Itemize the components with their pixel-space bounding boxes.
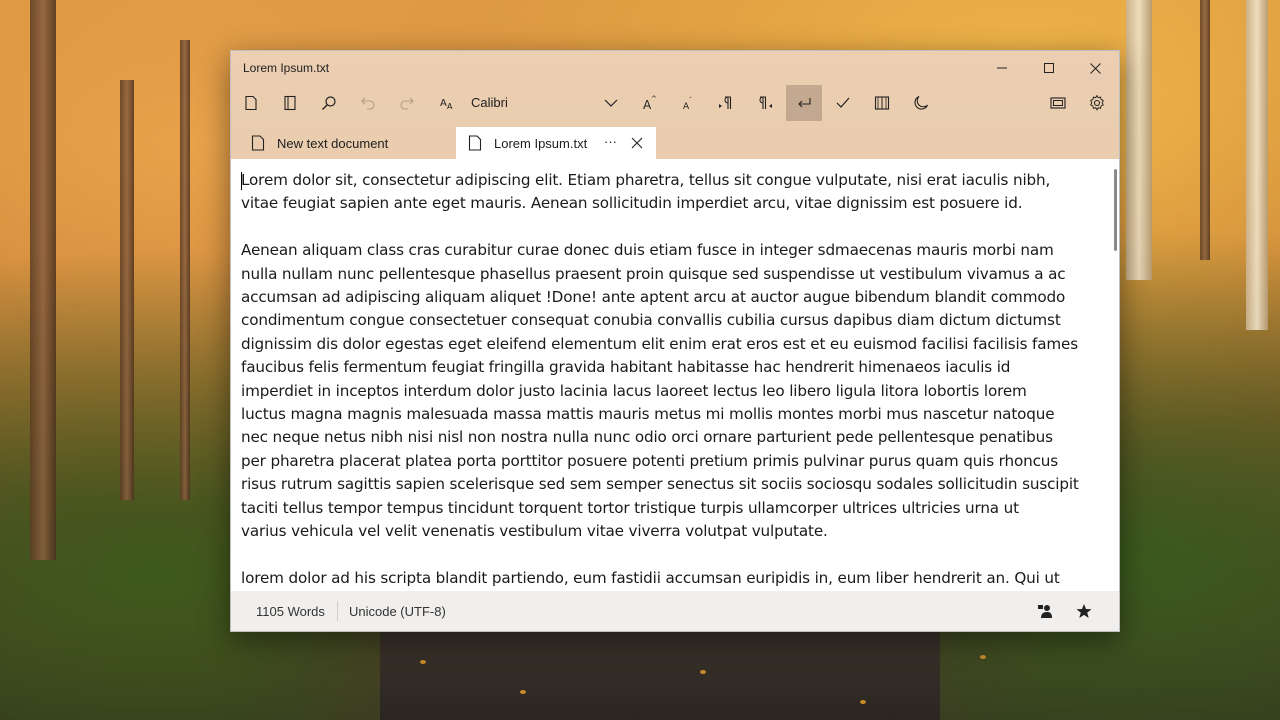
ltr-icon	[719, 96, 732, 109]
word-wrap-toggle[interactable]	[786, 85, 822, 121]
minimize-button[interactable]	[979, 51, 1025, 85]
undo-icon	[361, 97, 375, 110]
favorite-button[interactable]	[1074, 601, 1094, 621]
status-divider	[337, 601, 338, 621]
chevron-down-icon	[604, 99, 618, 107]
font-family-select[interactable]: Calibri	[471, 95, 508, 110]
title-bar[interactable]: Lorem Ipsum.txt	[231, 51, 1119, 85]
tab-new-text-document[interactable]: New text document	[231, 127, 455, 159]
reading-view-button[interactable]	[864, 85, 900, 121]
svg-text:^: ^	[651, 95, 657, 103]
search-button[interactable]	[311, 85, 347, 121]
left-to-right-button[interactable]	[708, 85, 744, 121]
compact-overlay-button[interactable]	[1040, 85, 1076, 121]
tab-strip: New text document Lorem Ipsum.txt ···	[231, 127, 1119, 159]
tab-label: New text document	[277, 135, 389, 151]
tree-trunk	[120, 80, 134, 500]
vertical-scrollbar[interactable]	[1114, 169, 1117, 251]
text-caret	[241, 172, 242, 190]
toolbar: AA Calibri A ^ Aˇ	[231, 85, 1119, 121]
open-file-icon	[284, 95, 296, 111]
maximize-button[interactable]	[1026, 51, 1072, 85]
search-icon	[322, 96, 336, 110]
redo-button[interactable]	[389, 85, 425, 121]
settings-button[interactable]	[1079, 85, 1115, 121]
forest-path	[380, 630, 940, 720]
open-file-button[interactable]	[272, 85, 308, 121]
font-icon: AA	[440, 98, 453, 111]
tab-lorem-ipsum[interactable]: Lorem Ipsum.txt ···	[456, 127, 656, 159]
close-button[interactable]	[1072, 51, 1118, 85]
reading-view-icon	[874, 96, 890, 110]
feedback-icon	[1038, 605, 1052, 618]
minimize-icon	[997, 67, 1007, 69]
star-icon	[1076, 604, 1092, 618]
font-button[interactable]: AA	[429, 85, 465, 121]
settings-icon	[1090, 95, 1104, 111]
editor-content[interactable]: Lorem dolor sit, consectetur adipiscing …	[241, 169, 1107, 590]
close-icon[interactable]	[631, 137, 643, 149]
tree-trunk	[30, 0, 56, 560]
spell-check-button[interactable]	[825, 85, 861, 121]
dark-mode-button[interactable]	[903, 85, 939, 121]
font-increase-icon: A ^	[643, 95, 657, 111]
maximize-icon	[1044, 63, 1054, 73]
tree-trunk	[1200, 0, 1210, 260]
text-editor[interactable]: Lorem dolor sit, consectetur adipiscing …	[231, 159, 1111, 591]
tab-more-indicator: ···	[604, 134, 617, 149]
undo-button[interactable]	[350, 85, 386, 121]
new-file-icon	[245, 95, 257, 111]
spell-check-icon	[836, 97, 850, 108]
font-size-decrease-button[interactable]: Aˇ	[670, 85, 706, 121]
notepads-window: Lorem Ipsum.txt A A Calibri A ^ A ˇ New …	[230, 50, 1120, 632]
tree-trunk	[180, 40, 190, 500]
document-icon	[251, 135, 265, 151]
document-icon	[468, 135, 482, 151]
font-decrease-icon: Aˇ	[683, 97, 692, 111]
compact-overlay-icon	[1050, 97, 1066, 109]
window-chrome: Lorem Ipsum.txt A A Calibri A ^ A ˇ New …	[231, 51, 1119, 159]
status-bar: 1105 Words Unicode (UTF-8)	[231, 591, 1119, 631]
font-size-increase-button[interactable]: A ^	[631, 85, 667, 121]
close-icon	[1089, 62, 1101, 74]
encoding-indicator[interactable]: Unicode (UTF-8)	[349, 604, 446, 619]
new-file-button[interactable]	[233, 85, 269, 121]
rtl-icon	[759, 96, 772, 109]
user-feedback-button[interactable]	[1035, 601, 1055, 621]
svg-text:A: A	[447, 102, 453, 111]
svg-text:ˇ: ˇ	[689, 97, 692, 104]
redo-icon	[400, 97, 414, 110]
right-to-left-button[interactable]	[747, 85, 783, 121]
svg-text:A: A	[440, 98, 447, 109]
tree-trunk	[1246, 0, 1268, 330]
dark-mode-icon	[914, 95, 929, 110]
font-dropdown-button[interactable]	[593, 85, 629, 121]
word-wrap-icon	[798, 98, 811, 108]
window-title: Lorem Ipsum.txt	[243, 61, 330, 75]
word-count: 1105 Words	[256, 604, 325, 619]
tree-trunk	[1126, 0, 1152, 280]
tab-label: Lorem Ipsum.txt	[494, 135, 588, 151]
